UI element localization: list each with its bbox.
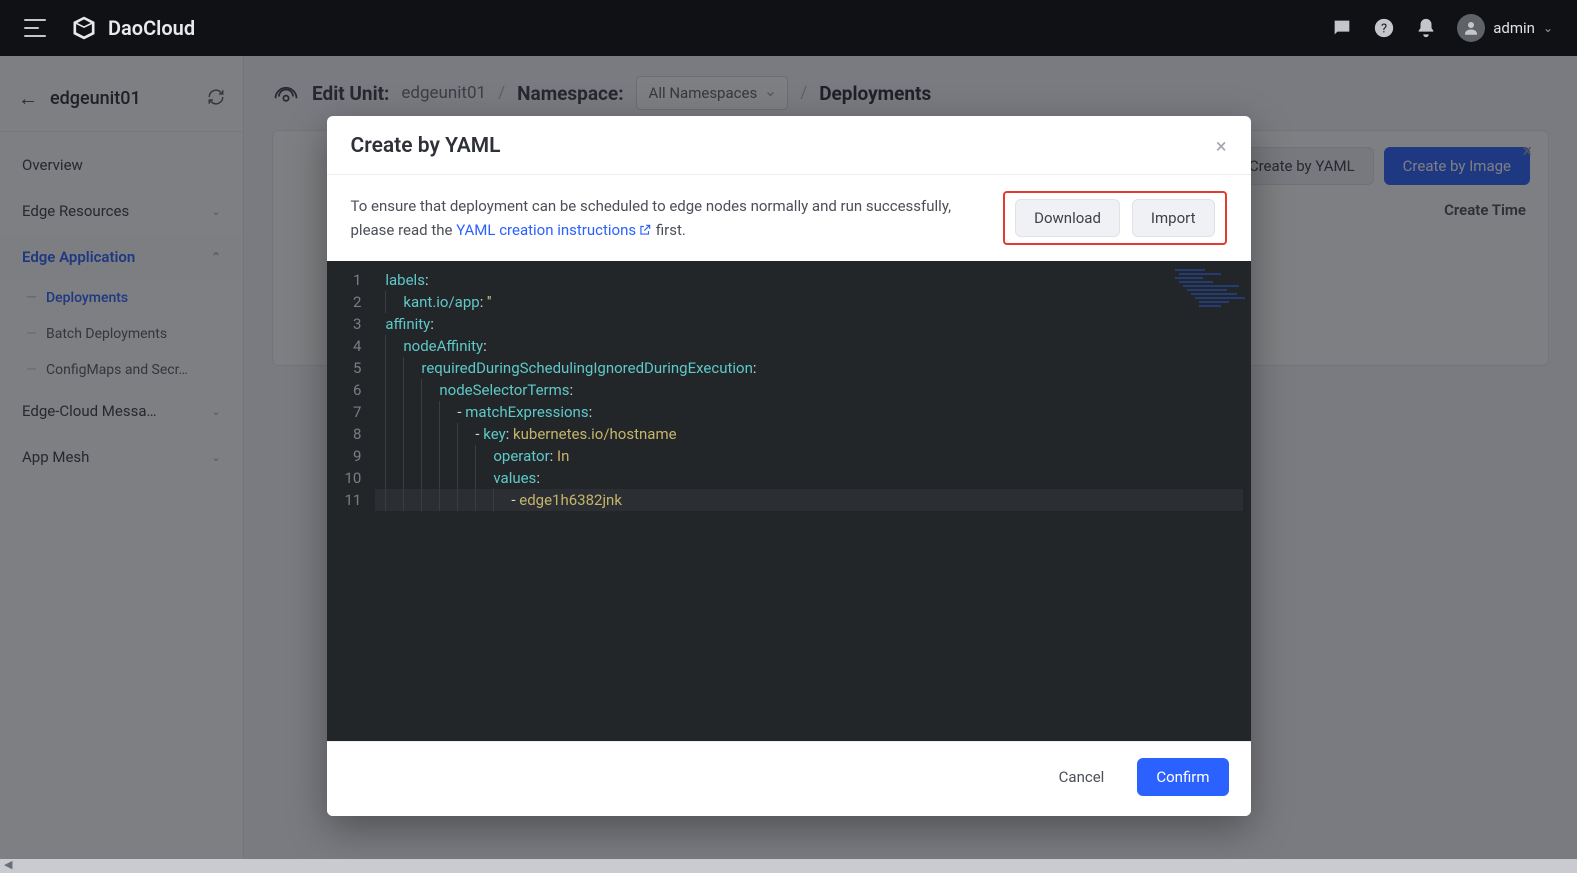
modal-header: Create by YAML × <box>327 116 1251 175</box>
modal-footer: Cancel Confirm <box>327 741 1251 816</box>
bell-icon[interactable] <box>1415 17 1437 39</box>
external-link-icon <box>638 223 652 237</box>
modal-overlay: Create by YAML × To ensure that deployme… <box>0 56 1577 873</box>
import-button[interactable]: Import <box>1132 199 1215 237</box>
hamburger-icon[interactable] <box>24 19 46 37</box>
brand-name: DaoCloud <box>108 16 195 40</box>
chevron-down-icon: ⌄ <box>1543 21 1553 35</box>
confirm-button[interactable]: Confirm <box>1137 758 1228 796</box>
topbar-right: ? admin ⌄ <box>1331 14 1553 42</box>
modal-title: Create by YAML <box>351 134 501 158</box>
horizontal-scrollbar[interactable] <box>0 859 1577 873</box>
brand-logo[interactable]: DaoCloud <box>70 14 195 42</box>
help-icon[interactable]: ? <box>1373 17 1395 39</box>
topbar-left: DaoCloud <box>24 14 195 42</box>
highlighted-buttons: Download Import <box>1003 191 1226 245</box>
cancel-button[interactable]: Cancel <box>1040 758 1124 796</box>
modal-info-text: To ensure that deployment can be schedul… <box>351 194 961 242</box>
yaml-editor[interactable]: 1234567891011 labels:kant.io/app: ''affi… <box>327 261 1251 741</box>
user-menu[interactable]: admin ⌄ <box>1457 14 1553 42</box>
svg-text:?: ? <box>1381 22 1387 37</box>
code-area[interactable]: labels:kant.io/app: ''affinity:nodeAffin… <box>371 261 1250 519</box>
info-text-2: first. <box>652 221 686 239</box>
yaml-instructions-link[interactable]: YAML creation instructions <box>456 221 652 239</box>
close-icon[interactable]: × <box>1216 134 1227 158</box>
download-button[interactable]: Download <box>1015 199 1120 237</box>
chat-icon[interactable] <box>1331 17 1353 39</box>
topbar: DaoCloud ? admin ⌄ <box>0 0 1577 56</box>
create-by-yaml-modal: Create by YAML × To ensure that deployme… <box>327 116 1251 816</box>
line-gutter: 1234567891011 <box>327 261 372 519</box>
user-name: admin <box>1493 19 1535 37</box>
modal-infobar: To ensure that deployment can be schedul… <box>327 175 1251 261</box>
cube-icon <box>70 14 98 42</box>
avatar-icon <box>1457 14 1485 42</box>
